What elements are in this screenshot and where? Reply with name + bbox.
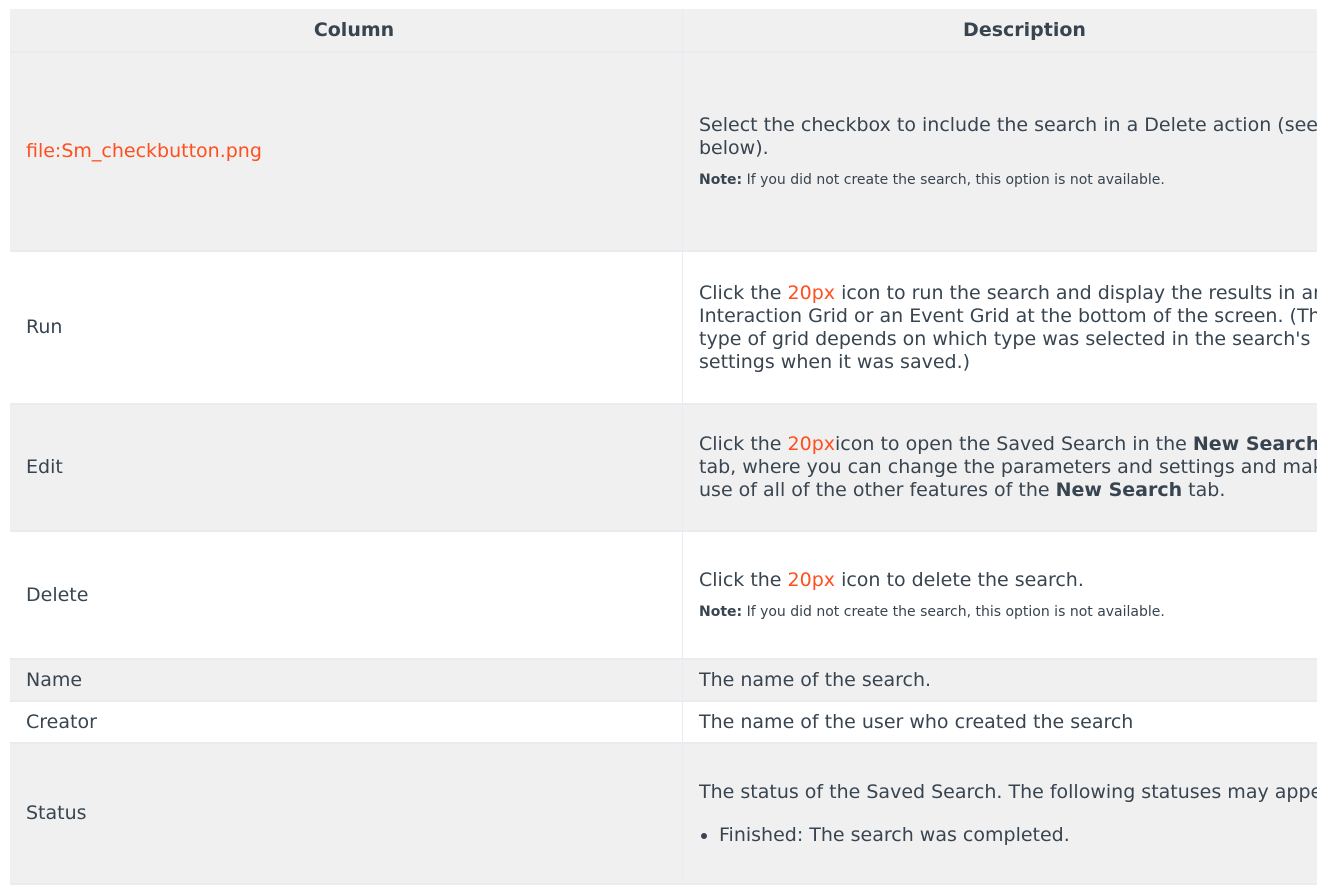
description-text: Select the checkbox to include the searc… (699, 114, 1317, 160)
column-cell: Edit (10, 404, 683, 531)
delete-icon-link[interactable]: 20px (788, 569, 835, 591)
saved-search-columns-table: Column Description file:Sm_checkbutton.p… (10, 9, 1317, 885)
table-row: Status The status of the Saved Search. T… (10, 743, 1317, 884)
description-cell: Click the 20px icon to delete the search… (683, 531, 1317, 659)
table-row: file:Sm_checkbutton.png Select the check… (10, 52, 1317, 251)
column-cell: Status (10, 743, 683, 884)
note-label: Note: (699, 172, 742, 188)
table-row: Edit Click the 20pxicon to open the Save… (10, 404, 1317, 531)
text-mid: icon to open the Saved Search in the (835, 433, 1193, 455)
description-cell: Click the 20px icon to run the search an… (683, 251, 1317, 404)
description-cell: The name of the user who created the sea… (683, 701, 1317, 743)
text-prefix: Click the (699, 433, 788, 455)
text-suffix: icon to delete the search. (835, 569, 1084, 591)
new-search-label: New Search (1056, 479, 1183, 501)
column-cell: Run (10, 251, 683, 404)
text-suffix: tab. (1182, 479, 1225, 501)
edit-icon-link[interactable]: 20px (788, 433, 835, 455)
list-item: Finished: The search was completed. (719, 824, 1317, 847)
status-list: Finished: The search was completed. (699, 824, 1317, 847)
text-prefix: Click the (699, 282, 788, 304)
column-cell: file:Sm_checkbutton.png (10, 52, 683, 251)
description-text: The status of the Saved Search. The foll… (699, 781, 1317, 804)
table-row: Creator The name of the user who created… (10, 701, 1317, 743)
note: Note: If you did not create the search, … (699, 172, 1317, 189)
checkbutton-file-link[interactable]: file:Sm_checkbutton.png (26, 140, 262, 162)
description-cell: The status of the Saved Search. The foll… (683, 743, 1317, 884)
column-cell: Name (10, 659, 683, 701)
note-text: If you did not create the search, this o… (742, 172, 1165, 188)
description-header: Description (683, 9, 1317, 52)
run-icon-link[interactable]: 20px (788, 282, 835, 304)
table-row: Run Click the 20px icon to run the searc… (10, 251, 1317, 404)
note-text: If you did not create the search, this o… (742, 604, 1165, 620)
description-cell: Select the checkbox to include the searc… (683, 52, 1317, 251)
column-header: Column (10, 9, 683, 52)
table-row: Name The name of the search. (10, 659, 1317, 701)
note: Note: If you did not create the search, … (699, 604, 1317, 621)
note-label: Note: (699, 604, 742, 620)
new-search-label: New Search (1193, 433, 1317, 455)
description-text: Click the 20px icon to delete the search… (699, 569, 1317, 592)
table-header-row: Column Description (10, 9, 1317, 52)
description-cell: The name of the search. (683, 659, 1317, 701)
description-cell: Click the 20pxicon to open the Saved Sea… (683, 404, 1317, 531)
column-cell: Delete (10, 531, 683, 659)
table-row: Delete Click the 20px icon to delete the… (10, 531, 1317, 659)
column-cell: Creator (10, 701, 683, 743)
text-prefix: Click the (699, 569, 788, 591)
